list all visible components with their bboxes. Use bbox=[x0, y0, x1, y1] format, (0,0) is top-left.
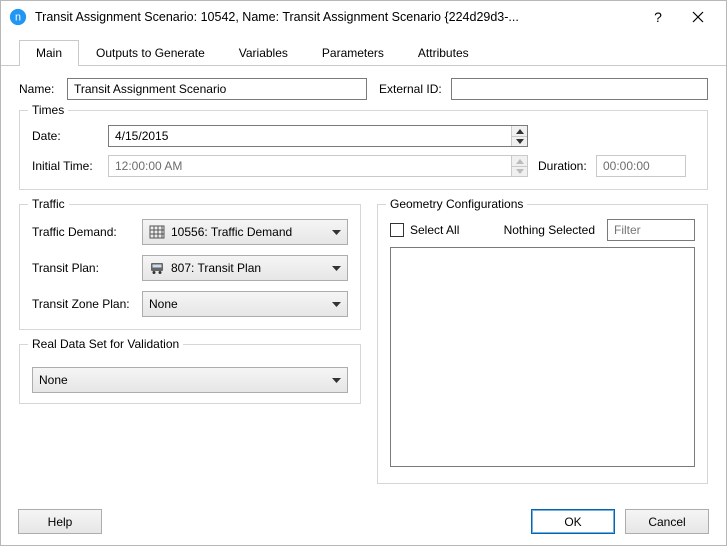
footer: Help OK Cancel bbox=[18, 509, 709, 534]
tab-strip: Main Outputs to Generate Variables Param… bbox=[1, 33, 726, 66]
initial-time-spinner bbox=[108, 155, 528, 177]
name-input[interactable] bbox=[67, 78, 367, 100]
initial-time-spin-up bbox=[512, 156, 527, 166]
transit-zone-value: None bbox=[149, 297, 325, 311]
times-group: Times Date: Initial Time: Duration: bbox=[19, 110, 708, 190]
chevron-down-icon bbox=[331, 378, 341, 383]
tab-attributes[interactable]: Attributes bbox=[401, 40, 486, 66]
traffic-demand-icon bbox=[149, 224, 165, 240]
filter-input[interactable] bbox=[607, 219, 695, 241]
validation-value: None bbox=[39, 373, 325, 387]
external-id-label: External ID: bbox=[379, 82, 451, 96]
traffic-legend: Traffic bbox=[28, 197, 69, 211]
traffic-demand-label: Traffic Demand: bbox=[32, 225, 142, 239]
chevron-down-icon bbox=[331, 266, 341, 271]
times-legend: Times bbox=[28, 103, 68, 117]
checkbox-box-icon bbox=[390, 223, 404, 237]
select-all-checkbox[interactable]: Select All bbox=[390, 223, 459, 237]
transit-zone-label: Transit Zone Plan: bbox=[32, 297, 142, 311]
titlebar: n Transit Assignment Scenario: 10542, Na… bbox=[1, 1, 726, 33]
main-tab-content: Name: External ID: Times Date: Initial T… bbox=[1, 66, 726, 498]
cancel-button[interactable]: Cancel bbox=[625, 509, 709, 534]
chevron-down-icon bbox=[331, 230, 341, 235]
traffic-group: Traffic Traffic Demand: 10556: Traffic D… bbox=[19, 204, 361, 330]
validation-legend: Real Data Set for Validation bbox=[28, 337, 183, 351]
date-spin-up[interactable] bbox=[512, 126, 527, 136]
lower-area: Traffic Traffic Demand: 10556: Traffic D… bbox=[19, 204, 708, 498]
initial-time-input bbox=[109, 156, 511, 176]
nothing-selected-label: Nothing Selected bbox=[504, 223, 595, 237]
geometry-group: Geometry Configurations Select All Nothi… bbox=[377, 204, 708, 484]
traffic-demand-combo[interactable]: 10556: Traffic Demand bbox=[142, 219, 348, 245]
duration-spinner bbox=[596, 155, 686, 177]
transit-zone-combo[interactable]: None bbox=[142, 291, 348, 317]
tab-variables[interactable]: Variables bbox=[222, 40, 305, 66]
name-row: Name: External ID: bbox=[19, 78, 708, 100]
transit-plan-label: Transit Plan: bbox=[32, 261, 142, 275]
name-label: Name: bbox=[19, 82, 67, 96]
ok-button[interactable]: OK bbox=[531, 509, 615, 534]
external-id-input[interactable] bbox=[451, 78, 708, 100]
duration-label: Duration: bbox=[538, 159, 596, 173]
transit-plan-value: 807: Transit Plan bbox=[171, 261, 325, 275]
date-input[interactable] bbox=[109, 126, 511, 146]
bus-icon bbox=[149, 260, 165, 276]
window-title: Transit Assignment Scenario: 10542, Name… bbox=[35, 10, 638, 24]
transit-plan-combo[interactable]: 807: Transit Plan bbox=[142, 255, 348, 281]
duration-input bbox=[597, 156, 727, 176]
validation-combo[interactable]: None bbox=[32, 367, 348, 393]
close-button[interactable] bbox=[678, 1, 718, 33]
date-spin-down[interactable] bbox=[512, 136, 527, 146]
tab-parameters[interactable]: Parameters bbox=[305, 40, 401, 66]
date-spinner[interactable] bbox=[108, 125, 528, 147]
validation-group: Real Data Set for Validation None bbox=[19, 344, 361, 404]
title-help-button[interactable]: ? bbox=[638, 1, 678, 33]
geometry-listbox[interactable] bbox=[390, 247, 695, 467]
initial-time-label: Initial Time: bbox=[32, 159, 108, 173]
tab-outputs[interactable]: Outputs to Generate bbox=[79, 40, 222, 66]
initial-time-spin-down bbox=[512, 166, 527, 176]
date-label: Date: bbox=[32, 129, 108, 143]
chevron-down-icon bbox=[331, 302, 341, 307]
app-icon: n bbox=[9, 8, 27, 26]
traffic-demand-value: 10556: Traffic Demand bbox=[171, 225, 325, 239]
help-button[interactable]: Help bbox=[18, 509, 102, 534]
geometry-legend: Geometry Configurations bbox=[386, 197, 527, 211]
tab-main[interactable]: Main bbox=[19, 40, 79, 66]
select-all-label: Select All bbox=[410, 223, 459, 237]
svg-text:n: n bbox=[15, 12, 21, 24]
close-icon bbox=[692, 11, 704, 23]
